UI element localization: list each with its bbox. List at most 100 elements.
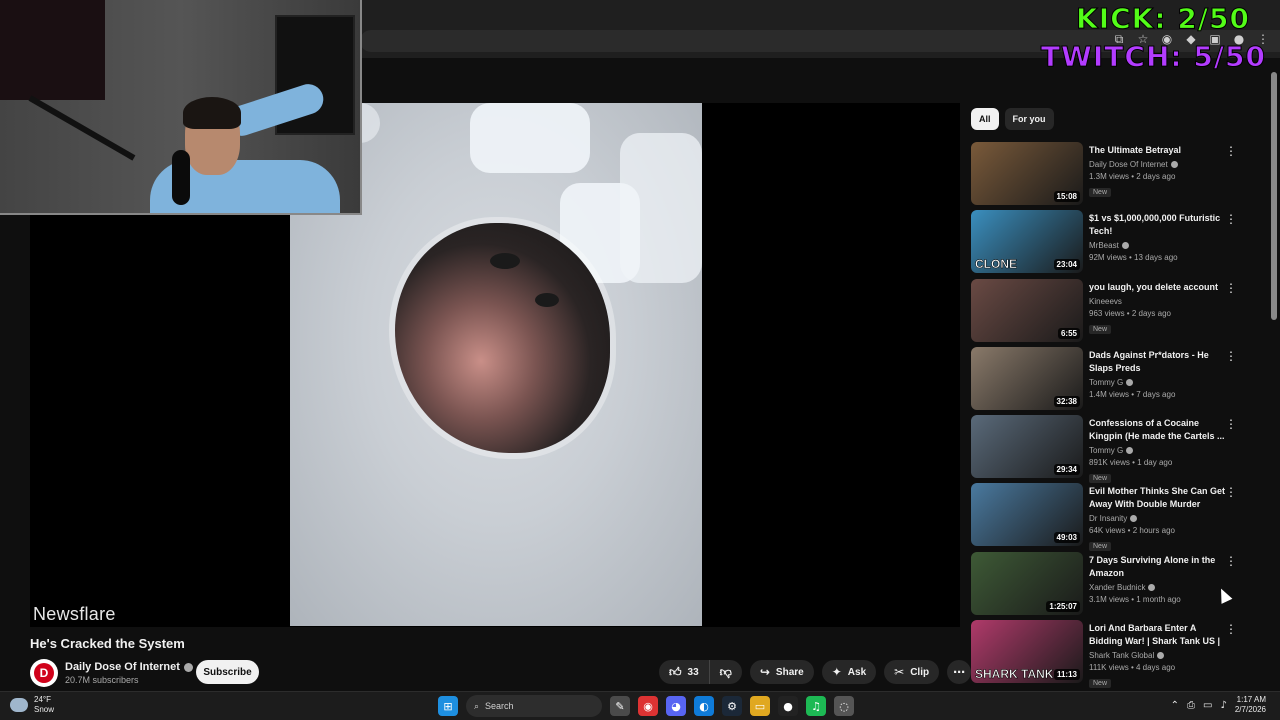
recommendation-title[interactable]: Evil Mother Thinks She Can Get Away With…	[1089, 485, 1227, 511]
spotify-icon[interactable]: ♫	[806, 696, 826, 716]
recommendation-item[interactable]: 29:34 Confessions of a Cocaine Kingpin (…	[971, 415, 1241, 484]
verified-icon	[1148, 583, 1156, 591]
recommendation-channel[interactable]: Daily Dose Of Internet	[1089, 160, 1227, 169]
more-vert-icon[interactable]: ⋮	[1225, 485, 1237, 499]
recommendation-channel-name[interactable]: Kineeevs	[1089, 297, 1122, 306]
sidebar-scrollbar[interactable]	[1270, 72, 1278, 692]
volume-icon[interactable]: ♪	[1220, 700, 1226, 711]
recommendation-channel[interactable]: MrBeast	[1089, 241, 1227, 250]
taskbar-search[interactable]: ⌕ Search	[466, 695, 602, 717]
display-icon[interactable]: ▭	[1203, 700, 1212, 711]
recommendation-item[interactable]: 15:08 The Ultimate Betrayal Daily Dose O…	[971, 142, 1241, 210]
recommendation-channel[interactable]: Dr Insanity	[1089, 514, 1227, 523]
recommendation-title[interactable]: The Ultimate Betrayal	[1089, 144, 1227, 157]
verified-icon	[1170, 161, 1178, 168]
video-thumbnail[interactable]: 1:25:07	[971, 551, 1083, 615]
video-thumbnail[interactable]: 15:08	[971, 142, 1083, 205]
like-button[interactable]: 👍︎ 33	[659, 660, 710, 684]
folder-icon[interactable]: ▭	[750, 696, 770, 716]
recommendation-title[interactable]: Lori And Barbara Enter A Bidding War! | …	[1089, 622, 1227, 648]
webcam-microphone	[172, 150, 190, 205]
system-tray: ⌃ ⎙ ▭ ♪ 1:17 AM 2/7/2026	[1171, 695, 1266, 715]
more-vert-icon[interactable]: ⋮	[1225, 144, 1237, 158]
weather-widget[interactable]: 24°F Snow	[10, 695, 54, 715]
recommendation-channel[interactable]: Xander Budnick	[1089, 583, 1227, 592]
windows-taskbar: 24°F Snow ⊞ ⌕ Search ✎ ◉ ◕ ◐ ⚙ ▭ ● ♫ ◌ ⌃…	[0, 691, 1280, 720]
recommendation-item[interactable]: 49:03 Evil Mother Thinks She Can Get Awa…	[971, 483, 1241, 552]
video-thumbnail[interactable]: 49:03	[971, 483, 1083, 547]
edge-icon[interactable]: ◐	[694, 696, 714, 716]
more-vert-icon[interactable]: ⋮	[1225, 554, 1237, 568]
clock[interactable]: 1:17 AM 2/7/2026	[1235, 695, 1266, 715]
file-explorer-icon[interactable]: ✎	[610, 696, 630, 716]
obs-icon[interactable]: ●	[778, 696, 798, 716]
dislike-button[interactable]: 👎︎	[709, 660, 742, 684]
recommendation-channel-name[interactable]: Daily Dose Of Internet	[1089, 160, 1168, 169]
recommendation-meta: you laugh, you delete account Kineeevs 9…	[1089, 279, 1227, 347]
subscribe-button[interactable]: Subscribe	[196, 660, 259, 684]
ice-chunk	[620, 133, 702, 283]
recommendation-channel-name[interactable]: Tommy G	[1089, 378, 1123, 387]
recommendation-channel-name[interactable]: Xander Budnick	[1089, 583, 1145, 592]
video-duration: 15:08	[1053, 191, 1080, 202]
steam-icon[interactable]: ⚙	[722, 696, 742, 716]
more-horizontal-icon: ⋯	[953, 665, 966, 679]
recommendation-channel-name[interactable]: Tommy G	[1089, 446, 1123, 455]
chip-for-you[interactable]: For you	[1004, 108, 1054, 130]
recommendation-channel-name[interactable]: Dr Insanity	[1089, 514, 1127, 523]
ask-label: Ask	[847, 666, 867, 678]
ask-button[interactable]: ✦ Ask	[821, 660, 877, 684]
recommendation-title[interactable]: Confessions of a Cocaine Kingpin (He mad…	[1089, 417, 1227, 443]
recommendation-meta: The Ultimate Betrayal Daily Dose Of Inte…	[1089, 142, 1227, 210]
recommendation-item[interactable]: 32:38 Dads Against Pr*dators - He Slaps …	[971, 346, 1241, 415]
recommendation-channel-name[interactable]: Shark Tank Global	[1089, 651, 1154, 660]
twitch-goal-overlay: TWITCH: 5/50	[1040, 40, 1266, 74]
app-icon[interactable]: ◌	[834, 696, 854, 716]
share-button[interactable]: ↪ Share	[749, 660, 814, 684]
microphone-icon[interactable]: ⎙	[1187, 700, 1195, 711]
recommendation-meta: Dads Against Pr*dators - He Slaps Preds …	[1089, 347, 1227, 415]
recommendation-title[interactable]: Dads Against Pr*dators - He Slaps Preds	[1089, 349, 1227, 375]
more-vert-icon[interactable]: ⋮	[1225, 349, 1237, 363]
recommendation-item[interactable]: CLONE 23:04 $1 vs $1,000,000,000 Futuris…	[971, 210, 1241, 278]
windows-icon[interactable]: ⊞	[438, 696, 458, 716]
more-actions-button[interactable]: ⋯	[947, 660, 972, 684]
more-vert-icon[interactable]: ⋮	[1225, 417, 1237, 431]
chip-all[interactable]: All	[971, 108, 999, 130]
recommendation-title[interactable]: 7 Days Surviving Alone in the Amazon	[1089, 554, 1227, 580]
channel-avatar[interactable]: D	[30, 659, 58, 687]
recommendation-item[interactable]: 6:55 you laugh, you delete account Kinee…	[971, 278, 1241, 347]
more-vert-icon[interactable]: ⋮	[1225, 212, 1237, 226]
recommendation-channel[interactable]: Tommy G	[1089, 378, 1227, 387]
subscriber-count: 20.7M subscribers	[65, 675, 139, 685]
chrome-icon[interactable]: ◉	[638, 696, 658, 716]
video-thumbnail[interactable]: CLONE 23:04	[971, 210, 1083, 274]
chevron-up-icon[interactable]: ⌃	[1171, 700, 1179, 711]
video-thumbnail[interactable]: 29:34	[971, 415, 1083, 479]
verified-icon	[183, 662, 193, 672]
more-vert-icon[interactable]: ⋮	[1225, 622, 1237, 636]
recommendation-channel[interactable]: Kineeevs	[1089, 297, 1227, 306]
recommendation-item[interactable]: 1:25:07 7 Days Surviving Alone in the Am…	[971, 551, 1241, 620]
video-thumbnail[interactable]: 32:38	[971, 346, 1083, 410]
channel-name[interactable]: Daily Dose Of Internet	[65, 661, 193, 673]
scissors-icon: ✂	[894, 665, 905, 679]
recommendation-title[interactable]: $1 vs $1,000,000,000 Futuristic Tech!	[1089, 212, 1227, 238]
recommendation-channel[interactable]: Shark Tank Global	[1089, 651, 1227, 660]
recommendation-item[interactable]: SHARK TANK 11:13 Lori And Barbara Enter …	[971, 620, 1241, 689]
recommendation-channel-name[interactable]: MrBeast	[1089, 241, 1119, 250]
video-thumbnail[interactable]: 6:55	[971, 278, 1083, 342]
filter-chips: All For you	[971, 108, 1054, 130]
recommendation-channel[interactable]: Tommy G	[1089, 446, 1227, 455]
ice-chunk	[470, 103, 590, 173]
discord-icon[interactable]: ◕	[666, 696, 686, 716]
new-badge: New	[1089, 474, 1112, 484]
thumbs-up-icon: 👍︎	[669, 664, 682, 679]
recommendation-title[interactable]: you laugh, you delete account	[1089, 281, 1227, 294]
scrollbar-thumb[interactable]	[1271, 72, 1277, 320]
video-thumbnail[interactable]: SHARK TANK 11:13	[971, 620, 1083, 684]
channel-name-text[interactable]: Daily Dose Of Internet	[65, 661, 180, 673]
clip-button[interactable]: ✂ Clip	[884, 660, 940, 684]
thumbnail-text: CLONE	[975, 257, 1018, 272]
more-vert-icon[interactable]: ⋮	[1225, 281, 1237, 295]
